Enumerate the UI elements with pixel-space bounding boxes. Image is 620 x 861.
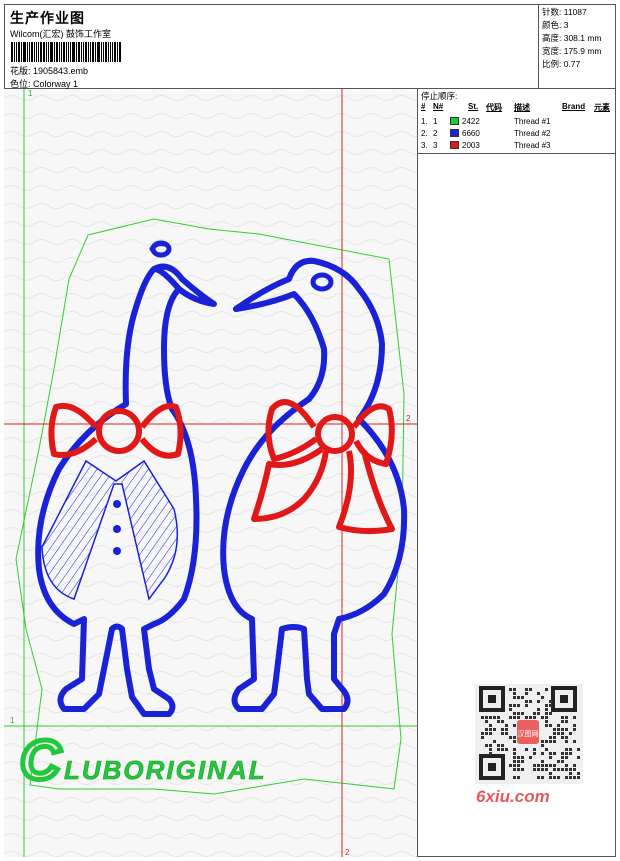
stitch-count: 针数: 11087 <box>542 7 587 17</box>
design-file: 花版: 1905843.emb <box>10 66 89 76</box>
design-canvas[interactable]: 1 1 2 2 C LUBORIGINAL <box>4 89 418 857</box>
design-scale: 比例: 0.77 <box>542 59 581 69</box>
thread-swatch <box>450 141 459 149</box>
thread-code: 2422 <box>462 117 480 126</box>
thread-desc: Thread #2 <box>514 129 551 138</box>
header: 生产作业图 Wilcom(汇宏) 鼓饰工作室 花版: 1905843.emb 色… <box>4 4 616 89</box>
thread-code: 2003 <box>462 141 480 150</box>
guide-label-v-top: 1 <box>28 89 33 98</box>
col-st: St. <box>468 102 479 111</box>
design-height: 高度: 308.1 mm <box>542 33 602 43</box>
row-n: 3 <box>433 141 438 150</box>
col-code: 代码 <box>486 103 502 112</box>
stop-sequence-title: 停止顺序: <box>421 91 458 101</box>
fabric-background <box>4 89 417 857</box>
thread-table-header: # N# St. 代码 描述 Brand 元素 <box>418 102 616 114</box>
row-num: 1. <box>421 117 428 126</box>
logo-text: LUBORIGINAL <box>64 755 267 785</box>
row-n: 2 <box>433 129 438 138</box>
guide-label-h-left: 1 <box>10 716 15 725</box>
design-width: 宽度: 175.9 mm <box>542 46 602 56</box>
col-brand: Brand <box>562 102 586 111</box>
thread-swatch <box>450 129 459 137</box>
color-count: 颜色: 3 <box>542 20 569 30</box>
thread-row[interactable]: 3. 3 2003 Thread #3 <box>418 140 616 152</box>
col-element: 元素 <box>594 103 610 112</box>
thread-row[interactable]: 1. 1 2422 Thread #1 <box>418 116 616 128</box>
qr-code-image: 汉图网 <box>479 686 580 780</box>
embroidery-preview: 1 1 2 2 C LUBORIGINAL <box>4 89 417 857</box>
col-desc: 描述 <box>514 103 530 112</box>
thread-code: 6660 <box>462 129 480 138</box>
watermark-site: 6xiu.com <box>476 787 550 806</box>
guide-label-h-right: 2 <box>406 414 411 423</box>
panel-divider <box>418 153 616 154</box>
design-stats: 针数: 11087 颜色: 3 高度: 308.1 mm 宽度: 175.9 m… <box>538 4 616 89</box>
logo-initial-c: C <box>20 728 62 791</box>
thread-desc: Thread #1 <box>514 117 551 126</box>
guide-label-v-bottom: 2 <box>345 848 350 857</box>
page-title: 生产作业图 <box>10 10 85 26</box>
thread-row[interactable]: 2. 2 6660 Thread #2 <box>418 128 616 140</box>
thread-swatch <box>450 117 459 125</box>
qr-code: 汉图网 <box>475 684 583 784</box>
barcode <box>11 42 145 62</box>
row-n: 1 <box>433 117 438 126</box>
thread-desc: Thread #3 <box>514 141 551 150</box>
col-num: # <box>421 102 426 111</box>
col-n: N# <box>433 102 444 111</box>
row-num: 3. <box>421 141 428 150</box>
row-num: 2. <box>421 129 428 138</box>
company-name: Wilcom(汇宏) 鼓饰工作室 <box>10 29 111 39</box>
qr-caption: 汉图网 <box>518 730 539 738</box>
